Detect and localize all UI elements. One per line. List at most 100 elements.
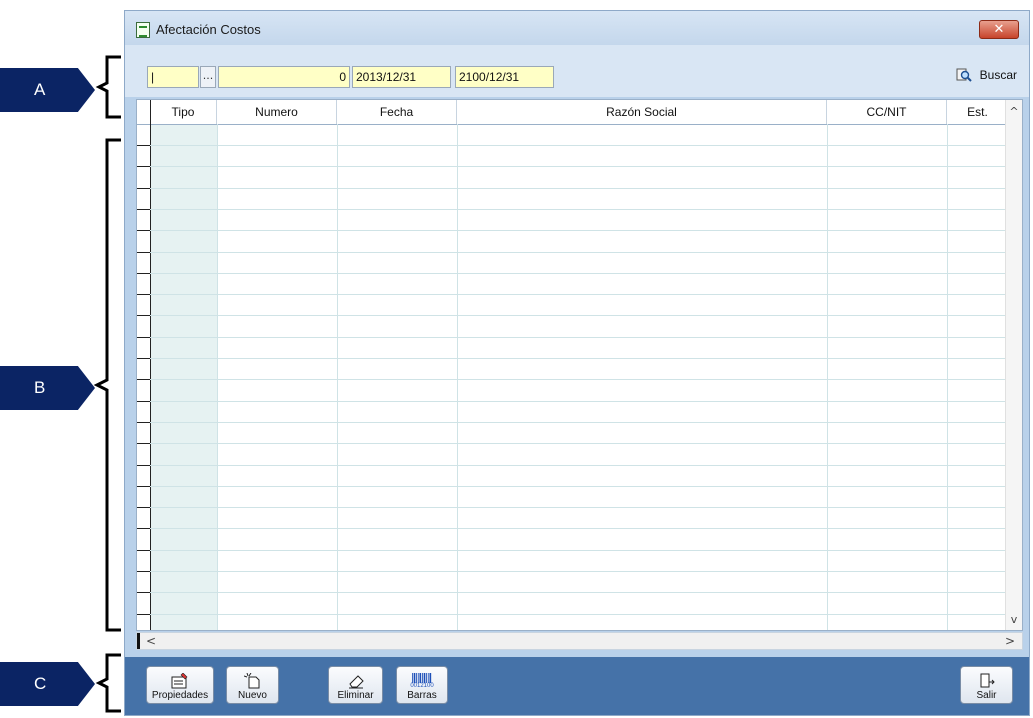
callout-a: A — [0, 68, 95, 112]
delete-label: Eliminar — [337, 690, 374, 701]
brace-b — [93, 138, 121, 632]
table-row — [150, 422, 1006, 423]
table-row — [150, 337, 1006, 338]
close-button[interactable]: ✕ — [979, 20, 1019, 39]
column-divider — [217, 124, 218, 630]
table-row — [150, 486, 1006, 487]
row-selector-tick — [137, 465, 150, 466]
exit-label: Salir — [976, 690, 997, 701]
search-icon — [956, 67, 972, 83]
title-bar: Afectación Costos ✕ — [125, 11, 1029, 45]
row-selector-tick — [137, 379, 150, 380]
grid-cursor-marker — [137, 633, 140, 649]
afectacion-costos-window: Afectación Costos ✕ | ... 0 2013/12/31 2… — [124, 10, 1030, 716]
table-row — [150, 294, 1006, 295]
row-selector-tick — [137, 571, 150, 572]
table-row — [150, 315, 1006, 316]
eraser-icon — [346, 673, 366, 689]
row-selector-tick — [137, 401, 150, 402]
table-row — [150, 145, 1006, 146]
row-selector-tick — [137, 337, 150, 338]
row-selector-tick — [137, 358, 150, 359]
table-row — [150, 252, 1006, 253]
row-selector-tick — [137, 315, 150, 316]
table-row — [150, 358, 1006, 359]
table-row — [150, 166, 1006, 167]
tipo-column-shade — [150, 124, 217, 630]
row-selector-tick — [137, 614, 150, 615]
column-header-numero[interactable]: Numero — [217, 100, 337, 124]
row-selector-tick — [137, 550, 150, 551]
horizontal-scrollbar[interactable]: < > — [136, 632, 1023, 650]
column-header-razon-social[interactable]: Razón Social — [457, 100, 827, 124]
table-row — [150, 188, 1006, 189]
table-row — [150, 528, 1006, 529]
table-row — [150, 592, 1006, 593]
column-divider — [457, 124, 458, 630]
new-button[interactable]: Nuevo — [226, 666, 279, 704]
column-divider — [827, 124, 828, 630]
properties-button[interactable]: Propiedades — [146, 666, 214, 704]
barcode-button[interactable]: 0012100 Barras — [396, 666, 448, 704]
document-green-icon — [136, 22, 150, 38]
row-selector-tick — [137, 592, 150, 593]
date-from-field[interactable]: 2013/12/31 — [352, 66, 451, 88]
row-selector-tick — [137, 166, 150, 167]
table-row — [150, 465, 1006, 466]
brace-c — [95, 653, 121, 713]
bottom-toolbar: Propiedades Nuevo Eliminar 0012100 Barra… — [125, 657, 1029, 715]
callout-b: B — [0, 366, 95, 410]
column-header-est[interactable]: Est. — [947, 100, 1008, 124]
table-row — [150, 571, 1006, 572]
window-title: Afectación Costos — [156, 22, 261, 37]
results-grid[interactable]: Tipo Numero Fecha Razón Social CC/NIT Es… — [136, 99, 1023, 631]
table-row — [150, 507, 1006, 508]
search-button[interactable]: Buscar — [956, 63, 1017, 87]
row-selector-tick — [137, 528, 150, 529]
row-selector-tick — [137, 230, 150, 231]
barcode-digits: 0012100 — [410, 683, 434, 689]
row-selector-tick — [137, 145, 150, 146]
row-selector-tick — [137, 443, 150, 444]
scroll-up-arrow[interactable]: ^ — [1006, 104, 1022, 120]
row-selector-tick — [137, 209, 150, 210]
table-row — [150, 209, 1006, 210]
table-row — [150, 273, 1006, 274]
exit-button[interactable]: Salir — [960, 666, 1013, 704]
delete-button[interactable]: Eliminar — [328, 666, 383, 704]
brace-a — [95, 55, 121, 119]
grid-header: Tipo Numero Fecha Razón Social CC/NIT Es… — [137, 100, 1022, 125]
exit-door-icon — [977, 673, 997, 689]
table-row — [150, 230, 1006, 231]
column-divider — [947, 124, 948, 630]
column-divider — [337, 124, 338, 630]
code-field[interactable]: | — [147, 66, 199, 88]
callout-c: C — [0, 662, 95, 706]
scroll-left-arrow[interactable]: < — [143, 633, 159, 649]
barcode-label: Barras — [407, 690, 437, 701]
lookup-button[interactable]: ... — [200, 66, 216, 88]
row-selector-tick — [137, 273, 150, 274]
row-selector-tick — [137, 507, 150, 508]
close-icon: ✕ — [993, 22, 1005, 37]
filter-row: | ... 0 2013/12/31 2100/12/31 Buscar — [125, 45, 1029, 97]
barcode-icon: 0012100 — [410, 673, 434, 689]
properties-icon — [170, 673, 190, 689]
scroll-down-arrow[interactable]: v — [1006, 612, 1022, 628]
table-row — [150, 379, 1006, 380]
column-header-cc-nit[interactable]: CC/NIT — [827, 100, 947, 124]
row-selector-tick — [137, 422, 150, 423]
column-header-fecha[interactable]: Fecha — [337, 100, 457, 124]
row-selector-tick — [137, 294, 150, 295]
table-row — [150, 550, 1006, 551]
new-label: Nuevo — [238, 690, 267, 701]
row-selector-tick — [137, 188, 150, 189]
row-selector-tick — [137, 486, 150, 487]
amount-field[interactable]: 0 — [218, 66, 350, 88]
table-row — [150, 443, 1006, 444]
column-header-tipo[interactable]: Tipo — [150, 100, 217, 124]
scroll-right-arrow[interactable]: > — [1002, 633, 1018, 649]
properties-label: Propiedades — [151, 690, 209, 701]
date-to-field[interactable]: 2100/12/31 — [455, 66, 554, 88]
vertical-scrollbar[interactable]: ^ v — [1005, 100, 1022, 630]
